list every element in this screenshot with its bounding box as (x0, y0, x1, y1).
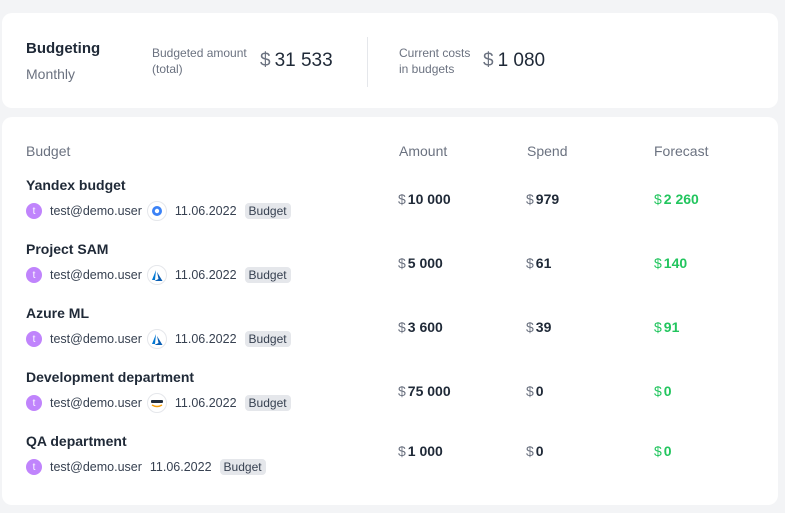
table-row[interactable]: Yandex budget t test@demo.user 11.06.202… (2, 177, 778, 241)
budget-badge: Budget (219, 459, 266, 475)
budget-spend: $39 (526, 319, 552, 335)
budget-name[interactable]: Development department (26, 369, 194, 385)
budget-badge: Budget (244, 267, 291, 283)
owner-email: test@demo.user (50, 460, 142, 474)
avatar: t (26, 203, 42, 219)
budget-spend: $0 (526, 383, 544, 399)
budget-date: 11.06.2022 (174, 332, 237, 346)
header-amount: Amount (399, 143, 448, 159)
budget-meta: t test@demo.user 11.06.2022 Budget (26, 392, 291, 414)
aws-icon (146, 393, 167, 413)
budget-forecast: $0 (654, 383, 672, 399)
header-forecast: Forecast (654, 143, 709, 159)
budget-meta: t test@demo.user 11.06.2022 Budget (26, 200, 291, 222)
budget-badge: Budget (244, 331, 291, 347)
avatar: t (26, 459, 42, 475)
owner-email: test@demo.user (50, 396, 142, 410)
budget-name[interactable]: Yandex budget (26, 177, 126, 193)
budget-badge: Budget (244, 395, 291, 411)
table-row[interactable]: Project SAM t test@demo.user 11.06.2022 … (2, 241, 778, 305)
owner-email: test@demo.user (50, 332, 142, 346)
avatar: t (26, 267, 42, 283)
budget-name[interactable]: Azure ML (26, 305, 89, 321)
budget-meta: t test@demo.user 11.06.2022 Budget (26, 328, 291, 350)
budget-summary-card: Budgeting Monthly Budgeted amount (total… (2, 13, 778, 108)
budget-forecast: $91 (654, 319, 680, 335)
budget-name[interactable]: Project SAM (26, 241, 108, 257)
budget-spend: $0 (526, 443, 544, 459)
summary-period: Monthly (26, 66, 76, 82)
avatar: t (26, 395, 42, 411)
budget-badge: Budget (244, 203, 291, 219)
budget-date: 11.06.2022 (174, 204, 237, 218)
budget-date: 11.06.2022 (149, 460, 212, 474)
budget-amount: $1 000 (398, 443, 443, 459)
header-budget: Budget (26, 143, 71, 159)
header-spend: Spend (527, 143, 568, 159)
budget-meta: t test@demo.user 11.06.2022 Budget (26, 264, 291, 286)
budget-amount: $75 000 (398, 383, 451, 399)
budget-forecast: $2 260 (654, 191, 699, 207)
budget-amount: $10 000 (398, 191, 451, 207)
yandex-cloud-icon (146, 201, 167, 221)
budget-amount: $3 600 (398, 319, 443, 335)
azure-icon (146, 329, 167, 349)
budget-forecast: $0 (654, 443, 672, 459)
current-costs-value: $1 080 (483, 50, 546, 71)
avatar: t (26, 331, 42, 347)
budget-date: 11.06.2022 (174, 268, 237, 282)
budget-forecast: $140 (654, 255, 688, 271)
owner-email: test@demo.user (50, 268, 142, 282)
summary-divider (367, 37, 368, 87)
budget-spend: $979 (526, 191, 560, 207)
budgets-table: Budget Amount Spend Forecast Yandex budg… (2, 117, 778, 505)
budget-spend: $61 (526, 255, 552, 271)
budget-amount: $5 000 (398, 255, 443, 271)
table-row[interactable]: Development department t test@demo.user … (2, 369, 778, 433)
budget-name[interactable]: QA department (26, 433, 127, 449)
budget-meta: t test@demo.user 11.06.2022 Budget (26, 456, 266, 478)
budget-date: 11.06.2022 (174, 396, 237, 410)
table-row[interactable]: Azure ML t test@demo.user 11.06.2022 Bud… (2, 305, 778, 369)
budgeted-amount-label: Budgeted amount (total) (152, 46, 247, 76)
current-costs-label: Current costs in budgets (399, 46, 471, 76)
azure-icon (146, 265, 167, 285)
budgeted-amount-value: $31 533 (260, 50, 333, 71)
owner-email: test@demo.user (50, 204, 142, 218)
table-row[interactable]: QA department t test@demo.user 11.06.202… (2, 433, 778, 497)
summary-title: Budgeting (26, 40, 101, 57)
